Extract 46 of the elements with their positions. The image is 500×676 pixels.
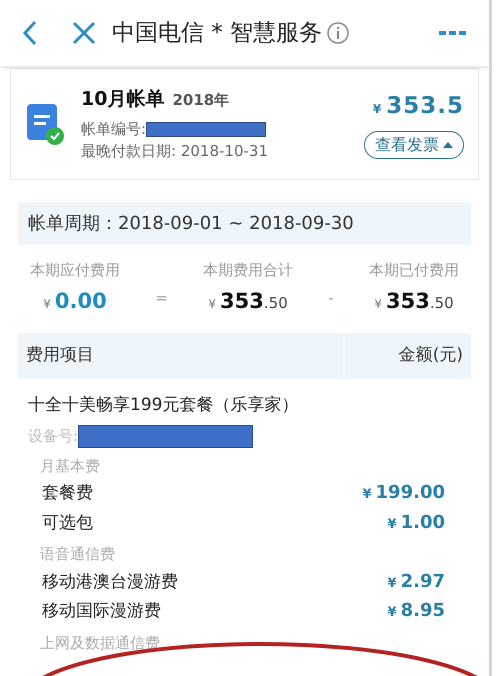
amount-fraction: .50 xyxy=(264,292,288,314)
currency-sign: ¥ xyxy=(388,574,397,592)
back-icon[interactable] xyxy=(22,20,38,46)
operator-sign: = xyxy=(155,288,168,308)
summary-label: 本期已付费用 xyxy=(369,260,459,281)
fee-amount: 2.97 xyxy=(400,570,445,594)
currency-sign: ¥ xyxy=(362,486,372,504)
bill-title: 10月帐单 xyxy=(81,87,164,112)
invoice-button[interactable]: 查看发票 xyxy=(364,131,464,160)
bill-amount: 353.5 xyxy=(386,92,464,121)
summary-amount: 0.00 xyxy=(54,288,107,314)
column-header: 金额(元) xyxy=(398,344,463,368)
bill-number-label: 帐单编号: xyxy=(81,118,146,140)
device-label: 设备号: xyxy=(28,426,78,447)
currency-sign: ¥ xyxy=(43,296,51,312)
fee-name: 可选包 xyxy=(42,512,93,534)
more-icon[interactable] xyxy=(439,29,467,37)
plan-name: 十全十美畅享199元套餐（乐享家） xyxy=(27,394,300,417)
currency-sign: ¥ xyxy=(208,296,216,312)
summary-label: 本期费用合计 xyxy=(203,260,294,281)
fee-name: 移动国际漫游费 xyxy=(42,600,161,623)
window-title: 中国电信 * 智慧服务 xyxy=(112,18,322,48)
fee-group-label: 语音通信费 xyxy=(40,545,115,563)
summary-amount: 353 xyxy=(220,288,264,314)
amount-fraction: .50 xyxy=(430,292,454,314)
fee-group-label: 月基本费 xyxy=(40,456,100,474)
currency-sign: ¥ xyxy=(374,296,382,312)
column-header: 费用项目 xyxy=(26,344,94,368)
summary-amount: 353 xyxy=(386,288,430,314)
bill-year: 2018年 xyxy=(172,90,230,112)
fee-name: 套餐费 xyxy=(42,482,93,505)
close-icon[interactable] xyxy=(72,21,96,45)
fee-amount: 199.00 xyxy=(376,481,445,505)
fee-amount: 1.00 xyxy=(400,510,445,534)
operator-sign: - xyxy=(328,288,334,308)
due-date: 最晚付款日期: 2018-10-31 xyxy=(81,141,269,162)
info-icon[interactable] xyxy=(326,21,350,45)
fee-amount: 8.95 xyxy=(400,599,445,623)
summary-label: 本期应付费用 xyxy=(30,260,120,281)
fee-name: 移动港澳台漫游费 xyxy=(42,570,178,594)
currency-sign: ¥ xyxy=(372,100,382,118)
currency-sign: ¥ xyxy=(388,604,397,622)
caret-icon xyxy=(443,141,453,150)
currency-sign: ¥ xyxy=(388,516,397,534)
billing-period: 帐单周期：2018-09-01 ~ 2018-09-30 xyxy=(18,202,471,245)
bill-check-icon xyxy=(25,102,65,146)
